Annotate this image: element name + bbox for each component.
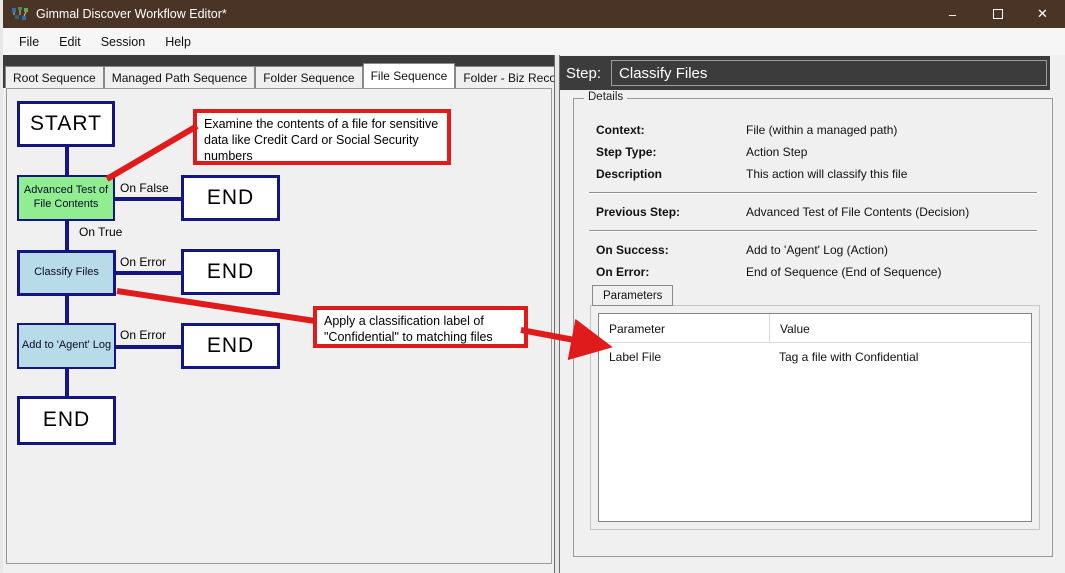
minimize-button[interactable]: – <box>930 0 975 28</box>
menu-edit[interactable]: Edit <box>49 31 91 53</box>
node-advanced-test[interactable]: Advanced Test of File Contents <box>17 175 115 221</box>
node-end-final[interactable]: END <box>17 396 116 445</box>
detail-label: On Error: <box>596 265 746 279</box>
workflow-pane: Root Sequence Managed Path Sequence Fold… <box>3 55 554 573</box>
connector-start-decision <box>65 147 69 175</box>
value-cell: Tag a file with Confidential <box>769 343 1031 369</box>
detail-value: Advanced Test of File Contents (Decision… <box>746 205 1036 219</box>
detail-row-step-type: Step Type: Action Step <box>596 141 1036 163</box>
parameter-cell: Label File <box>599 343 769 369</box>
column-header-parameter: Parameter <box>599 314 769 343</box>
detail-row-description: Description This action will classify th… <box>596 163 1036 185</box>
parameters-tab-page: Parameter Value Label File Tag a file wi… <box>590 305 1040 530</box>
main-area: Root Sequence Managed Path Sequence Fold… <box>3 55 1065 573</box>
detail-value: This action will classify this file <box>746 167 1036 181</box>
detail-row-context: Context: File (within a managed path) <box>596 119 1036 141</box>
menu-session[interactable]: Session <box>91 31 155 53</box>
step-header: Step: Classify Files <box>560 56 1050 90</box>
details-legend: Details <box>584 91 627 103</box>
step-label: Step: <box>566 65 601 82</box>
edge-label-on-false: On False <box>120 181 169 195</box>
detail-value: Add to 'Agent' Log (Action) <box>746 243 1036 257</box>
parameters-table-header: Parameter Value <box>599 314 1031 343</box>
detail-label: Step Type: <box>596 145 746 159</box>
tab-file-sequence[interactable]: File Sequence <box>363 63 456 88</box>
column-header-value: Value <box>769 314 1031 343</box>
detail-label: Context: <box>596 123 746 137</box>
connector-decision-classify <box>65 221 69 250</box>
close-button[interactable]: ✕ <box>1020 0 1065 28</box>
detail-value: End of Sequence (End of Sequence) <box>746 265 1036 279</box>
divider <box>589 192 1037 194</box>
maximize-icon <box>993 9 1003 19</box>
close-icon: ✕ <box>1037 6 1048 22</box>
detail-label: Previous Step: <box>596 205 746 219</box>
edge-label-on-error-1: On Error <box>120 255 166 269</box>
node-end-onfalse[interactable]: END <box>181 175 280 221</box>
callout-decision-note: Examine the contents of a file for sensi… <box>193 109 451 165</box>
detail-label: Description <box>596 167 746 181</box>
tab-root-sequence[interactable]: Root Sequence <box>5 66 104 88</box>
node-end-onerror-1[interactable]: END <box>181 249 280 295</box>
connector-agentlog-end <box>65 369 69 396</box>
sequence-tabstrip: Root Sequence Managed Path Sequence Fold… <box>3 55 554 88</box>
divider <box>589 230 1037 232</box>
menu-help[interactable]: Help <box>155 31 201 53</box>
app-icon <box>11 6 29 22</box>
edge-label-on-true: On True <box>79 225 122 239</box>
window-title: Gimmal Discover Workflow Editor* <box>36 7 227 21</box>
menubar: File Edit Session Help <box>3 28 1065 55</box>
tab-managed-path-sequence[interactable]: Managed Path Sequence <box>104 66 255 88</box>
details-pane: Step: Classify Files Details Context: Fi… <box>560 55 1065 573</box>
detail-value: Action Step <box>746 145 1036 159</box>
detail-row-previous-step: Previous Step: Advanced Test of File Con… <box>596 201 1036 223</box>
workflow-canvas[interactable]: On False On True On Error On Error START… <box>6 88 552 564</box>
connector-onfalse-end <box>115 197 181 201</box>
detail-row-on-error: On Error: End of Sequence (End of Sequen… <box>596 261 1036 283</box>
parameters-table[interactable]: Parameter Value Label File Tag a file wi… <box>598 313 1032 522</box>
node-end-onerror-2[interactable]: END <box>181 323 280 369</box>
callout-classify-note: Apply a classification label of "Confide… <box>313 306 528 348</box>
connector-classify-agentlog <box>65 296 69 323</box>
detail-label: On Success: <box>596 243 746 257</box>
table-row[interactable]: Label File Tag a file with Confidential <box>599 343 1031 369</box>
tab-parameters[interactable]: Parameters <box>592 285 673 306</box>
node-add-to-agent-log[interactable]: Add to 'Agent' Log <box>17 323 116 369</box>
details-groupbox: Details Context: File (within a managed … <box>573 98 1053 557</box>
tab-folder-sequence[interactable]: Folder Sequence <box>255 66 362 88</box>
connector-onerror2-end <box>116 345 181 349</box>
app-window: Gimmal Discover Workflow Editor* – ✕ Fil… <box>0 0 1065 573</box>
connector-onerror1-end <box>116 271 181 275</box>
minimize-icon: – <box>949 7 956 22</box>
detail-value: File (within a managed path) <box>746 123 1036 137</box>
parameters-section: Parameters Parameter Value Label File Ta… <box>590 285 1040 530</box>
node-classify-files[interactable]: Classify Files <box>17 250 116 296</box>
titlebar: Gimmal Discover Workflow Editor* – ✕ <box>3 0 1065 28</box>
detail-row-on-success: On Success: Add to 'Agent' Log (Action) <box>596 239 1036 261</box>
step-name-field[interactable]: Classify Files <box>611 60 1047 86</box>
node-start[interactable]: START <box>17 101 115 147</box>
edge-label-on-error-2: On Error <box>120 328 166 342</box>
menu-file[interactable]: File <box>9 31 49 53</box>
maximize-button[interactable] <box>975 0 1020 28</box>
